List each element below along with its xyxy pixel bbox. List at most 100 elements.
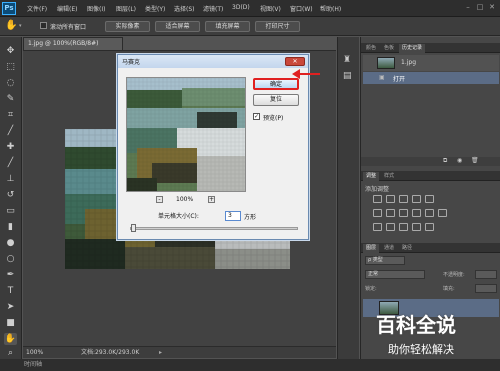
lock-label: 锁定: (365, 286, 377, 292)
lasso-tool-icon[interactable]: ◌ (4, 77, 17, 89)
hand-tool-icon: ✋ (5, 20, 18, 31)
blur-tool-icon[interactable]: ● (4, 237, 17, 249)
brush-tool-icon[interactable]: ╱ (4, 157, 17, 169)
menu-window[interactable]: 窗口(W) (290, 4, 313, 14)
healing-brush-tool-icon[interactable]: ✚ (4, 141, 17, 153)
scroll-all-checkbox[interactable] (40, 22, 47, 29)
color-balance-icon[interactable] (386, 209, 395, 217)
dialog-close-button[interactable]: ✕ (285, 57, 305, 66)
tab-color[interactable]: 颜色 (363, 44, 379, 53)
timeline-label[interactable]: 时间轴 (24, 359, 42, 371)
preview-zoom-value: 100% (176, 196, 194, 203)
exposure-icon[interactable] (412, 195, 421, 203)
history-state-row[interactable]: ▣ 打开 (363, 72, 499, 84)
maximize-icon[interactable]: □ (475, 3, 485, 12)
dodge-tool-icon[interactable]: ○ (4, 253, 17, 265)
fit-screen-button[interactable]: 适合屏幕 (155, 21, 200, 32)
tab-channels[interactable]: 通道 (381, 244, 397, 253)
black-white-icon[interactable] (399, 209, 408, 217)
history-state-icon: ▣ (379, 74, 385, 81)
channel-mixer-icon[interactable] (425, 209, 434, 217)
menu-bar: Ps 文件(F) 编辑(E) 图像(I) 图层(L) 类型(Y) 选择(S) 滤… (0, 0, 500, 17)
snapshot-camera-icon[interactable]: ◉ (457, 157, 462, 164)
opacity-field[interactable] (475, 270, 497, 279)
preview-zoom-row: - 100% + (126, 195, 246, 205)
hue-saturation-icon[interactable] (373, 209, 382, 217)
zoom-tool-icon[interactable]: ⌕ (4, 347, 17, 359)
new-document-icon[interactable]: ⧉ (443, 157, 447, 165)
marquee-tool-icon[interactable]: ⬚ (4, 61, 17, 73)
menu-file[interactable]: 文件(F) (27, 4, 47, 14)
selective-color-icon[interactable] (425, 223, 434, 231)
pen-tool-icon[interactable]: ✒ (4, 269, 17, 281)
menu-filter[interactable]: 滤镜(T) (203, 4, 223, 14)
fill-field[interactable] (475, 284, 497, 293)
curves-icon[interactable] (399, 195, 408, 203)
brightness-icon[interactable] (373, 195, 382, 203)
actual-pixels-button[interactable]: 实际像素 (105, 21, 150, 32)
fill-label: 填充: (443, 286, 455, 292)
invert-icon[interactable] (373, 223, 382, 231)
status-arrow-icon[interactable]: ▸ (159, 347, 162, 358)
preview-checkbox[interactable]: ✓ (253, 113, 260, 120)
tool-preset-chevron-icon[interactable]: ▾ (19, 23, 22, 29)
clone-stamp-tool-icon[interactable]: ⊥ (4, 173, 17, 185)
levels-icon[interactable] (386, 195, 395, 203)
path-select-tool-icon[interactable]: ➤ (4, 301, 17, 313)
blend-mode-select[interactable]: 正常 (365, 270, 425, 279)
vibrance-icon[interactable] (425, 195, 434, 203)
threshold-icon[interactable] (399, 223, 408, 231)
cell-size-input[interactable]: 3 (225, 211, 241, 221)
preview-checkbox-label: 预览(P) (263, 115, 284, 122)
tab-paths[interactable]: 路径 (399, 244, 415, 253)
hand-tool-icon[interactable]: ✋ (4, 333, 17, 345)
fill-screen-button[interactable]: 填充屏幕 (205, 21, 250, 32)
photo-filter-icon[interactable] (412, 209, 421, 217)
menu-type[interactable]: 类型(Y) (145, 4, 165, 14)
move-tool-icon[interactable]: ✥ (4, 45, 17, 57)
zoom-level[interactable]: 100% (26, 347, 43, 358)
type-tool-icon[interactable]: T (4, 285, 17, 297)
cell-size-slider-thumb[interactable] (131, 224, 136, 232)
zoom-out-button[interactable]: - (156, 196, 163, 203)
filter-preview[interactable] (126, 77, 246, 192)
brush-panel-icon[interactable]: ▤ (343, 71, 352, 81)
document-tab[interactable]: 1.jpg @ 100%(RGB/8#) (23, 37, 123, 50)
reset-button[interactable]: 复位 (253, 94, 299, 106)
close-icon[interactable]: ✕ (487, 3, 497, 12)
gradient-map-icon[interactable] (412, 223, 421, 231)
preview-checkbox-row[interactable]: ✓ 预览(P) (253, 112, 313, 122)
menu-help[interactable]: 帮助(H) (320, 4, 341, 14)
menu-edit[interactable]: 编辑(E) (57, 4, 77, 14)
quick-select-tool-icon[interactable]: ✎ (4, 93, 17, 105)
menu-layer[interactable]: 图层(L) (116, 4, 136, 14)
watermark: 百科全说 助你轻松解决 (362, 308, 496, 366)
menu-select[interactable]: 选择(S) (174, 4, 195, 14)
layer-kind-filter[interactable]: ρ 类型 (365, 256, 405, 265)
eyedropper-tool-icon[interactable]: ╱ (4, 125, 17, 137)
cell-size-slider-track[interactable] (130, 227, 298, 230)
history-snapshot-row[interactable]: 1.jpg (363, 55, 499, 71)
menu-image[interactable]: 图像(I) (87, 4, 105, 14)
tab-layers[interactable]: 图层 (363, 244, 380, 253)
history-panel-icon[interactable]: ♜ (343, 55, 351, 65)
menu-3d[interactable]: 3D(D) (232, 4, 250, 14)
tab-swatches[interactable]: 色板 (381, 44, 397, 53)
minimize-icon[interactable]: – (463, 3, 473, 12)
rectangle-tool-icon[interactable]: ■ (4, 317, 17, 329)
menu-view[interactable]: 视图(V) (260, 4, 281, 14)
history-brush-tool-icon[interactable]: ↺ (4, 189, 17, 201)
posterize-icon[interactable] (386, 223, 395, 231)
zoom-in-button[interactable]: + (208, 196, 215, 203)
color-lookup-icon[interactable] (438, 209, 447, 217)
gradient-tool-icon[interactable]: ▮ (4, 221, 17, 233)
dialog-titlebar: 马赛克 ✕ (118, 55, 308, 68)
tab-history[interactable]: 历史记录 (399, 44, 426, 53)
tab-adjustments[interactable]: 调整 (363, 172, 380, 181)
crop-tool-icon[interactable]: ⌗ (4, 109, 17, 121)
cell-size-unit: 方形 (244, 214, 257, 221)
tab-styles[interactable]: 样式 (381, 172, 397, 181)
trash-icon[interactable]: 🗑 (471, 157, 479, 164)
print-size-button[interactable]: 打印尺寸 (255, 21, 300, 32)
eraser-tool-icon[interactable]: ▭ (4, 205, 17, 217)
